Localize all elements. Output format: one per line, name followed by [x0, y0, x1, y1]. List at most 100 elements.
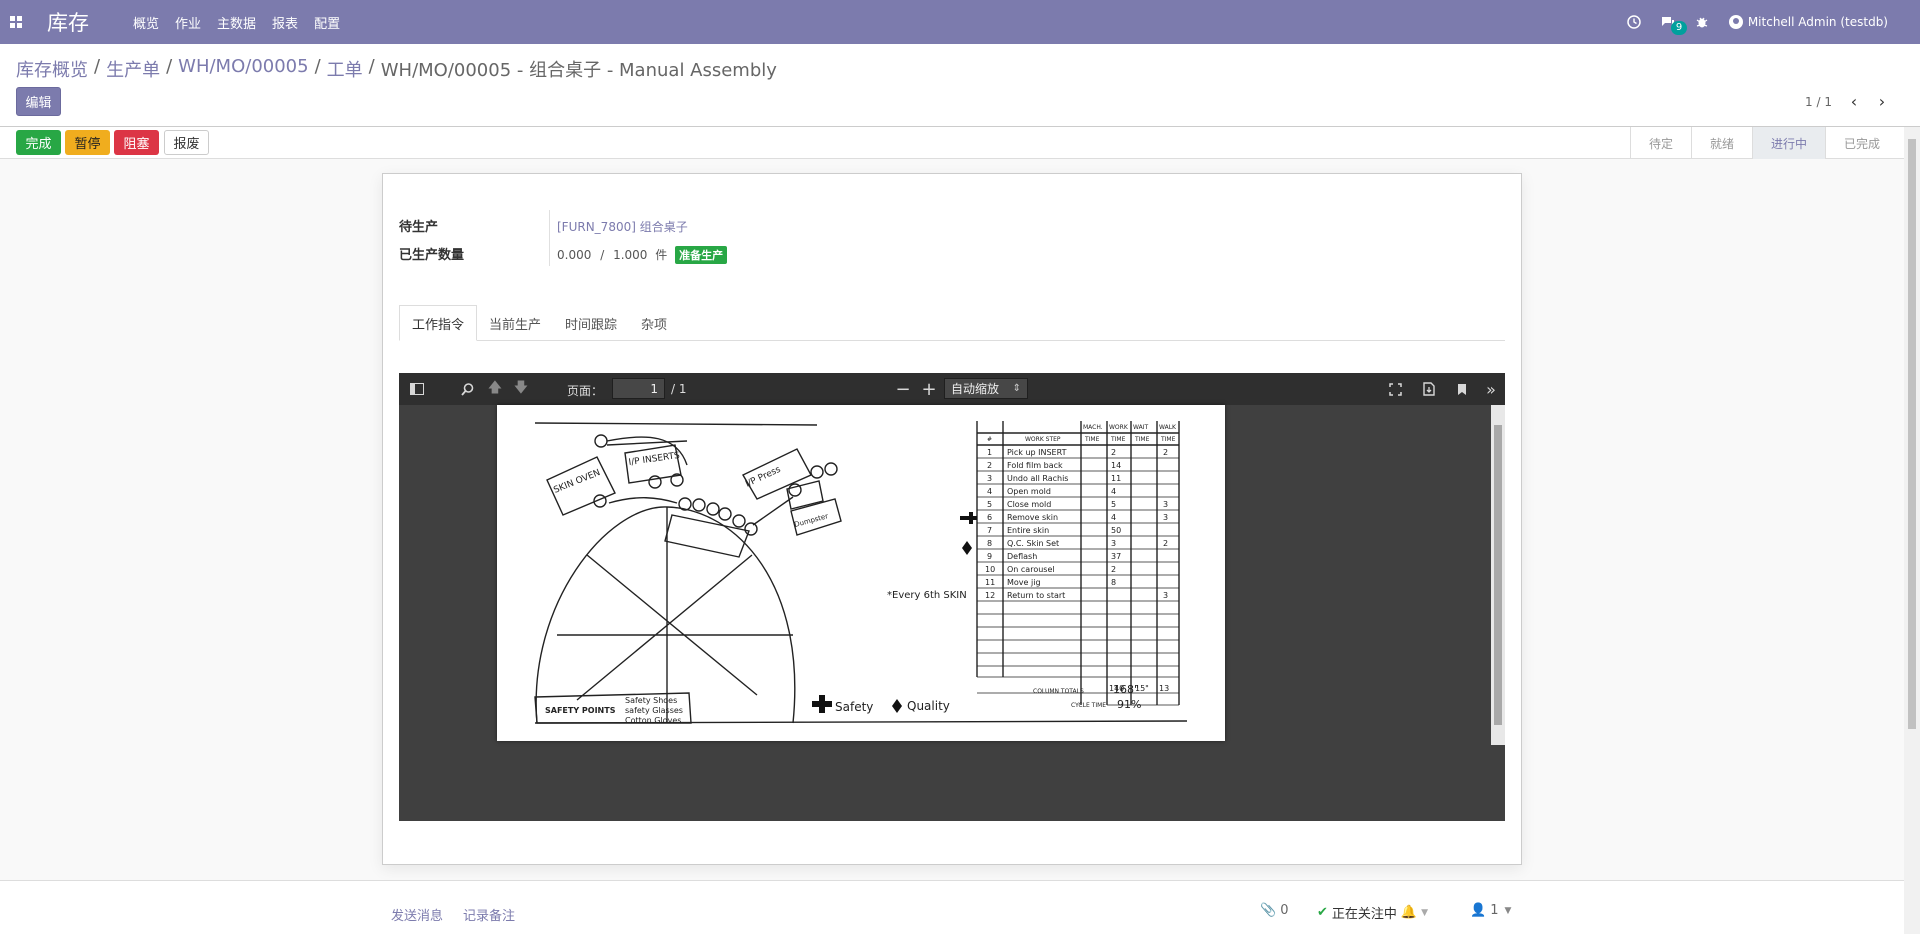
- followers-count: 1: [1490, 903, 1499, 918]
- svg-text:SKIN OVEN: SKIN OVEN: [552, 468, 602, 496]
- pdf-scrollbar-thumb[interactable]: [1494, 425, 1502, 725]
- breadcrumb: 库存概览 / 生产单 / WH/MO/00005 / 工单 / WH/MO/00…: [16, 56, 777, 82]
- search-icon[interactable]: [453, 373, 481, 405]
- chevron-down-icon[interactable]: ▼: [1504, 906, 1511, 916]
- block-button[interactable]: 阻塞: [114, 130, 159, 155]
- previous-page-icon[interactable]: 🡅: [481, 373, 509, 405]
- breadcrumb-inventory-overview[interactable]: 库存概览: [16, 56, 88, 82]
- form-sheet: 待生产 [FURN_7800] 组合桌子 已生产数量 0.000 / 1.000…: [382, 173, 1522, 865]
- page-scrollbar[interactable]: [1904, 127, 1920, 934]
- svg-text:50: 50: [1111, 526, 1121, 535]
- pause-button[interactable]: 暂停: [65, 130, 110, 155]
- qty-total: 1.000: [613, 248, 648, 262]
- stage-done[interactable]: 已完成: [1824, 127, 1898, 159]
- menu-overview[interactable]: 概览: [133, 13, 159, 32]
- stage-in-progress[interactable]: 进行中: [1751, 127, 1825, 159]
- chatter: 发送消息 记录备注 📎 0 ✔ 正在关注中 🔔 ▼ 👤 1 ▼: [0, 880, 1920, 934]
- top-navbar: 库存 概览 作业 主数据 报表 配置 9 Mitchell Admin (tes…: [0, 0, 1920, 44]
- svg-text:4: 4: [1111, 487, 1116, 496]
- stage-pending[interactable]: 待定: [1629, 127, 1691, 159]
- tab-misc[interactable]: 杂项: [629, 305, 679, 341]
- bell-icon[interactable]: 🔔: [1401, 905, 1417, 920]
- breadcrumb-current: WH/MO/00005 - 组合桌子 - Manual Assembly: [380, 60, 777, 81]
- page-scrollbar-thumb[interactable]: [1908, 139, 1916, 729]
- pager-previous-icon[interactable]: ‹: [1840, 92, 1868, 111]
- chevron-down-icon[interactable]: ▼: [1421, 908, 1428, 918]
- pager-next-icon[interactable]: ›: [1868, 92, 1896, 111]
- apps-menu-icon[interactable]: [0, 0, 32, 44]
- sidebar-toggle-icon[interactable]: [403, 373, 431, 405]
- svg-text:2: 2: [1163, 539, 1168, 548]
- pager-value[interactable]: 1 / 1: [1805, 95, 1832, 109]
- produced-qty-value: 0.000: [557, 248, 592, 262]
- svg-text:14: 14: [1111, 461, 1121, 470]
- attachments-button[interactable]: 📎 0: [1260, 903, 1288, 918]
- pdf-toolbar: 🡅 🡇 页面： / 1 − + 自动缩放 »: [399, 373, 1505, 405]
- qty-separator: /: [600, 248, 605, 262]
- app-title: 库存: [47, 11, 89, 35]
- svg-text:2: 2: [1111, 448, 1116, 457]
- messages-icon[interactable]: 9: [1651, 15, 1688, 35]
- svg-text:Entire skin: Entire skin: [1007, 526, 1049, 535]
- svg-text:2: 2: [987, 461, 992, 470]
- svg-text:Safety: Safety: [835, 700, 873, 714]
- svg-text:WAIT: WAIT: [1133, 424, 1148, 431]
- svg-text:Undo all Rachis: Undo all Rachis: [1007, 474, 1068, 483]
- tools-menu-icon[interactable]: »: [1477, 373, 1505, 405]
- svg-text:7: 7: [987, 526, 992, 535]
- page-total: / 1: [671, 382, 687, 396]
- svg-text:3: 3: [1163, 500, 1168, 509]
- page-number-input[interactable]: [612, 378, 665, 399]
- zoom-out-icon[interactable]: −: [889, 373, 917, 405]
- qty-uom: 件: [655, 248, 668, 262]
- svg-text:2: 2: [1163, 448, 1168, 457]
- menu-configuration[interactable]: 配置: [314, 13, 340, 32]
- tab-work-instruction[interactable]: 工作指令: [399, 305, 478, 341]
- check-icon: ✔: [1317, 905, 1328, 920]
- status-bar: 完成 暂停 阻塞 报废 待定 就绪 进行中 已完成: [0, 127, 1920, 159]
- menu-operations[interactable]: 作业: [175, 13, 201, 32]
- activity-clock-icon[interactable]: [1617, 15, 1651, 29]
- menu-reporting[interactable]: 报表: [272, 13, 298, 32]
- follow-button[interactable]: ✔ 正在关注中 🔔 ▼: [1317, 903, 1428, 922]
- scrap-button[interactable]: 报废: [164, 130, 209, 155]
- svg-text:I/P INSERTS: I/P INSERTS: [628, 451, 681, 468]
- send-message-button[interactable]: 发送消息: [391, 905, 443, 924]
- to-produce-label: 待生产: [399, 220, 439, 235]
- fullscreen-icon[interactable]: [1381, 373, 1409, 405]
- breadcrumb-separator: /: [166, 56, 173, 77]
- debug-bug-icon[interactable]: [1685, 15, 1719, 29]
- svg-text:5: 5: [1111, 500, 1116, 509]
- svg-text:Move jig: Move jig: [1007, 578, 1041, 587]
- svg-text:9: 9: [987, 552, 992, 561]
- zoom-in-icon[interactable]: +: [915, 373, 943, 405]
- stage-ready[interactable]: 就绪: [1690, 127, 1752, 159]
- svg-text:CYCLE TIME: CYCLE TIME: [1071, 702, 1106, 709]
- edit-button[interactable]: 编辑: [16, 87, 61, 116]
- menu-master-data[interactable]: 主数据: [217, 13, 256, 32]
- to-produce-product-link[interactable]: [FURN_7800] 组合桌子: [557, 218, 688, 235]
- svg-text:91%: 91%: [1117, 698, 1141, 711]
- svg-text:WORK: WORK: [1109, 424, 1129, 431]
- avatar: [1728, 15, 1743, 29]
- svg-text:2: 2: [1111, 565, 1116, 574]
- tab-current-production[interactable]: 当前生产: [477, 305, 553, 341]
- zoom-select[interactable]: 自动缩放: [944, 378, 1028, 399]
- breadcrumb-mo-record[interactable]: WH/MO/00005: [178, 56, 308, 82]
- svg-text:Remove skin: Remove skin: [1007, 513, 1058, 522]
- breadcrumb-manufacturing-orders[interactable]: 生产单: [106, 56, 160, 82]
- pdf-scrollbar[interactable]: [1491, 405, 1505, 745]
- done-button[interactable]: 完成: [16, 130, 61, 155]
- log-note-button[interactable]: 记录备注: [463, 905, 515, 924]
- svg-text:Quality: Quality: [907, 699, 950, 713]
- tab-time-tracking[interactable]: 时间跟踪: [553, 305, 629, 341]
- next-page-icon[interactable]: 🡇: [507, 373, 535, 405]
- user-menu[interactable]: Mitchell Admin (testdb): [1728, 15, 1888, 29]
- followers-button[interactable]: 👤 1 ▼: [1470, 903, 1511, 918]
- bookmark-icon[interactable]: [1448, 373, 1476, 405]
- download-icon[interactable]: [1415, 373, 1443, 405]
- svg-text:3: 3: [1163, 513, 1168, 522]
- pdf-viewer: 🡅 🡇 页面： / 1 − + 自动缩放 »: [399, 373, 1505, 821]
- svg-text:Fold film back: Fold film back: [1007, 461, 1063, 470]
- breadcrumb-work-orders[interactable]: 工单: [327, 56, 363, 82]
